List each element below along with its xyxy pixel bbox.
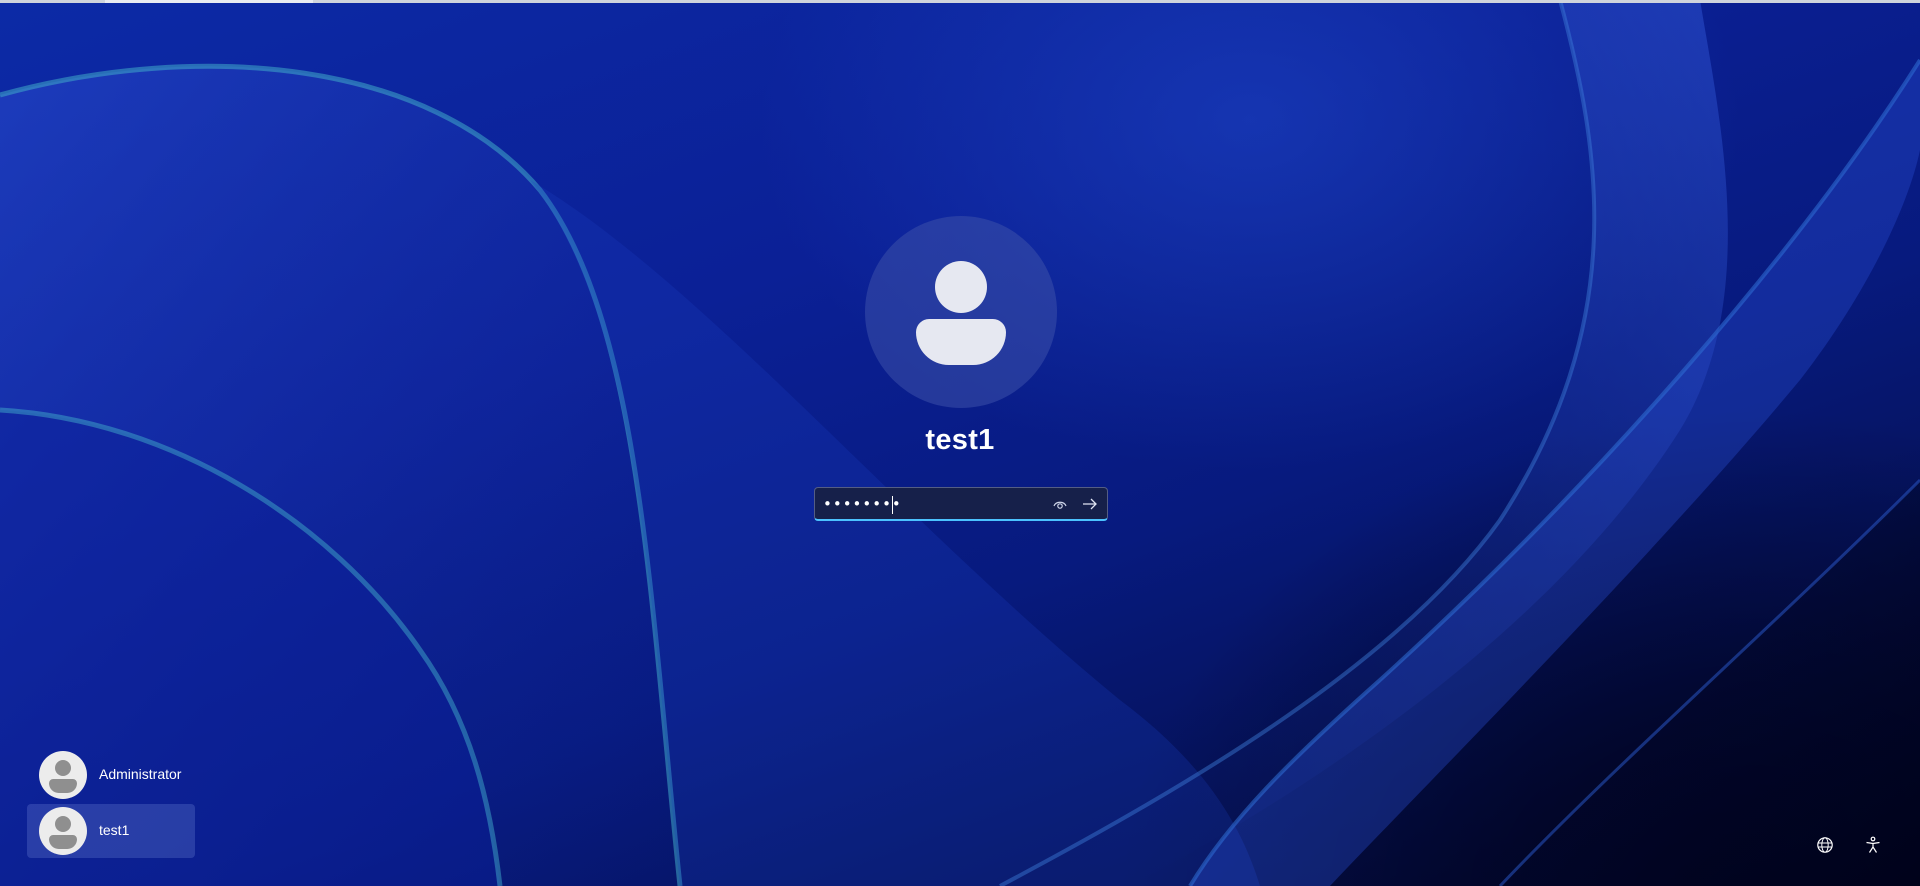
lock-screen: test1 Administrator xyxy=(0,0,1920,886)
arrow-right-icon xyxy=(1083,498,1097,510)
submit-password-button[interactable] xyxy=(1079,494,1101,514)
person-icon-body xyxy=(916,319,1006,365)
top-edge-tab xyxy=(105,0,313,3)
accessibility-icon xyxy=(1866,836,1880,853)
top-edge-bar xyxy=(0,0,1920,3)
reveal-password-button[interactable] xyxy=(1049,494,1071,514)
eye-icon xyxy=(1053,501,1067,509)
user-item-administrator[interactable]: Administrator xyxy=(27,748,195,802)
person-icon-head xyxy=(55,760,71,776)
person-icon-body xyxy=(49,835,77,849)
user-avatar-small xyxy=(39,751,87,799)
account-username: test1 xyxy=(925,424,995,456)
user-list: Administrator test1 xyxy=(27,748,195,860)
password-input[interactable] xyxy=(823,492,1033,516)
password-field[interactable] xyxy=(814,487,1108,521)
network-button[interactable] xyxy=(1812,832,1838,858)
user-avatar-small xyxy=(39,807,87,855)
user-name-label: Administrator xyxy=(99,766,182,782)
globe-icon xyxy=(1817,837,1833,853)
accessibility-button[interactable] xyxy=(1860,832,1886,858)
user-name-label: test1 xyxy=(99,822,130,838)
user-item-test1[interactable]: test1 xyxy=(27,804,195,858)
person-icon-head xyxy=(55,816,71,832)
user-avatar-large xyxy=(865,216,1057,408)
person-icon-head xyxy=(935,261,987,313)
person-icon-body xyxy=(49,779,77,793)
text-caret xyxy=(892,496,893,514)
